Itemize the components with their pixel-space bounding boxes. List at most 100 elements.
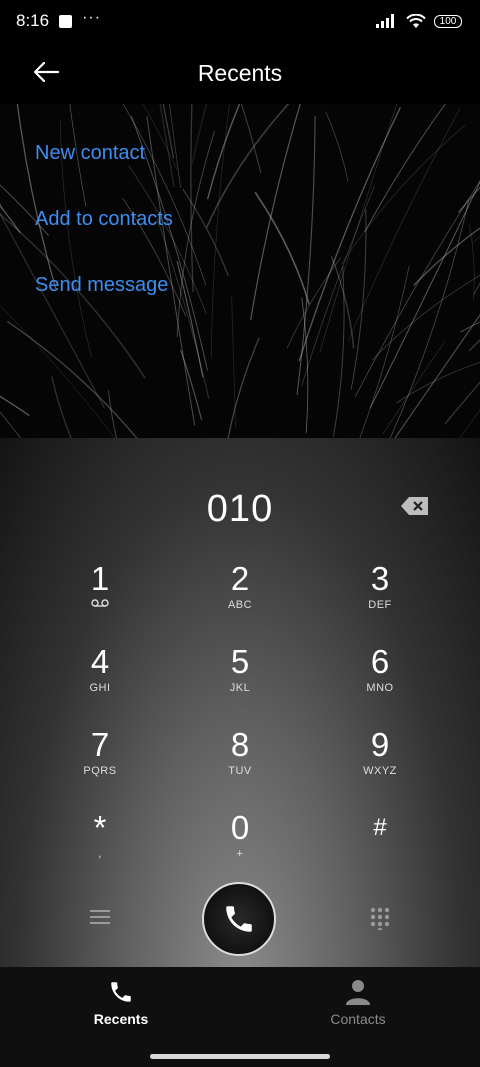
star-streak bbox=[354, 180, 480, 397]
key-letters: GHI bbox=[89, 682, 111, 694]
star-streak bbox=[0, 202, 3, 210]
tab-recents[interactable]: Recents bbox=[61, 979, 181, 1027]
status-right: 100 bbox=[376, 13, 462, 29]
key-3[interactable]: 3 DEF bbox=[320, 560, 440, 630]
phone-icon bbox=[226, 906, 252, 932]
star-streak bbox=[473, 282, 480, 296]
star-streak bbox=[371, 274, 480, 361]
star-streak bbox=[250, 104, 301, 321]
star-streak bbox=[382, 340, 446, 435]
person-icon bbox=[346, 980, 370, 1005]
home-indicator bbox=[150, 1054, 330, 1059]
status-bar: 8:16 ··· 100 bbox=[0, 0, 480, 42]
bottom-nav: Recents Contacts bbox=[0, 967, 480, 1067]
key-digit: 6 bbox=[370, 643, 390, 680]
key-digit: 8 bbox=[230, 726, 250, 763]
star-streak bbox=[190, 104, 194, 293]
voicemail-icon bbox=[91, 599, 109, 607]
key-letters: TUV bbox=[228, 765, 252, 777]
key-9[interactable]: 9 WXYZ bbox=[320, 726, 440, 796]
key-digit: 5 bbox=[230, 643, 250, 680]
star-streak bbox=[332, 266, 345, 437]
star-streak bbox=[205, 104, 290, 229]
star-streak bbox=[227, 337, 260, 438]
key-digit: 4 bbox=[90, 643, 110, 680]
star-streak bbox=[254, 191, 310, 305]
tab-contacts[interactable]: Contacts bbox=[298, 979, 418, 1027]
page-title: Recents bbox=[197, 59, 283, 86]
key-hash[interactable]: # bbox=[320, 809, 440, 879]
notification-icon bbox=[59, 14, 73, 28]
star-streak bbox=[51, 376, 72, 438]
key-digit: 9 bbox=[370, 726, 390, 763]
dialpad-icon[interactable] bbox=[368, 906, 392, 930]
key-digit: 0 bbox=[230, 809, 250, 846]
more-notifications-icon: ··· bbox=[82, 9, 102, 26]
star-streak bbox=[413, 227, 480, 286]
star-streak bbox=[0, 343, 49, 438]
star-streak bbox=[369, 180, 480, 409]
key-4[interactable]: 4 GHI bbox=[40, 643, 160, 713]
key-0[interactable]: 0 + bbox=[180, 809, 300, 879]
key-letters: , bbox=[98, 848, 102, 860]
key-6[interactable]: 6 MNO bbox=[320, 643, 440, 713]
star-streak bbox=[0, 341, 9, 438]
key-star[interactable]: * , bbox=[40, 809, 160, 879]
star-streak bbox=[396, 361, 480, 404]
key-digit: 2 bbox=[230, 560, 250, 597]
call-button[interactable] bbox=[202, 882, 276, 956]
key-letters: MNO bbox=[366, 682, 394, 694]
key-letters: + bbox=[236, 848, 244, 860]
key-8[interactable]: 8 TUV bbox=[180, 726, 300, 796]
status-left: 8:16 ··· bbox=[16, 9, 102, 31]
top-bar: Recents bbox=[0, 42, 480, 104]
tab-recents-label: Recents bbox=[93, 1011, 149, 1027]
star-streak bbox=[191, 104, 208, 164]
star-streak bbox=[458, 186, 480, 213]
key-2[interactable]: 2 ABC bbox=[180, 560, 300, 630]
key-letters: ABC bbox=[227, 599, 253, 611]
key-digit: 1 bbox=[90, 560, 110, 597]
star-streak bbox=[0, 204, 21, 234]
key-digit: 3 bbox=[370, 560, 390, 597]
star-streak bbox=[0, 395, 30, 416]
star-streak bbox=[122, 104, 207, 286]
star-streak bbox=[444, 381, 480, 424]
star-streak bbox=[146, 116, 196, 426]
wallpaper-area: New contact Add to contacts Send message bbox=[0, 104, 480, 438]
new-contact-link[interactable]: New contact bbox=[35, 142, 145, 165]
star-streak bbox=[460, 321, 480, 333]
send-message-link[interactable]: Send message bbox=[35, 274, 168, 297]
key-letters: DEF bbox=[368, 599, 392, 611]
star-streak bbox=[0, 391, 22, 438]
key-digit: # bbox=[373, 814, 387, 841]
wifi-icon bbox=[406, 13, 426, 28]
star-streak bbox=[0, 411, 22, 438]
arrow-left-icon[interactable] bbox=[30, 56, 62, 88]
menu-icon[interactable] bbox=[89, 908, 111, 926]
star-streak bbox=[364, 104, 446, 232]
star-streak bbox=[319, 104, 398, 353]
star-streak bbox=[6, 320, 138, 438]
key-letters: WXYZ bbox=[363, 765, 397, 777]
key-letters: PQRS bbox=[83, 765, 117, 777]
star-streak bbox=[176, 260, 204, 378]
key-1[interactable]: 1 bbox=[40, 560, 160, 630]
status-time: 8:16 bbox=[16, 11, 50, 30]
key-5[interactable]: 5 JKL bbox=[180, 643, 300, 713]
dialpad-panel: 010 1 2 ABC 3 DEF 4 GHI 5 JKL 6 MNO 7 PQ… bbox=[0, 438, 480, 967]
star-streak bbox=[350, 208, 367, 390]
signal-icon bbox=[376, 14, 394, 28]
key-7[interactable]: 7 PQRS bbox=[40, 726, 160, 796]
key-letters: JKL bbox=[229, 682, 251, 694]
tab-contacts-label: Contacts bbox=[330, 1011, 386, 1027]
star-streak bbox=[286, 257, 342, 349]
star-streak bbox=[446, 392, 480, 438]
key-digit: * bbox=[93, 809, 107, 846]
add-to-contacts-link[interactable]: Add to contacts bbox=[35, 208, 173, 231]
star-streak bbox=[325, 111, 349, 182]
star-streak bbox=[341, 124, 466, 265]
phone-icon bbox=[111, 982, 131, 1002]
backspace-icon[interactable] bbox=[400, 496, 430, 516]
star-streak bbox=[347, 107, 461, 342]
